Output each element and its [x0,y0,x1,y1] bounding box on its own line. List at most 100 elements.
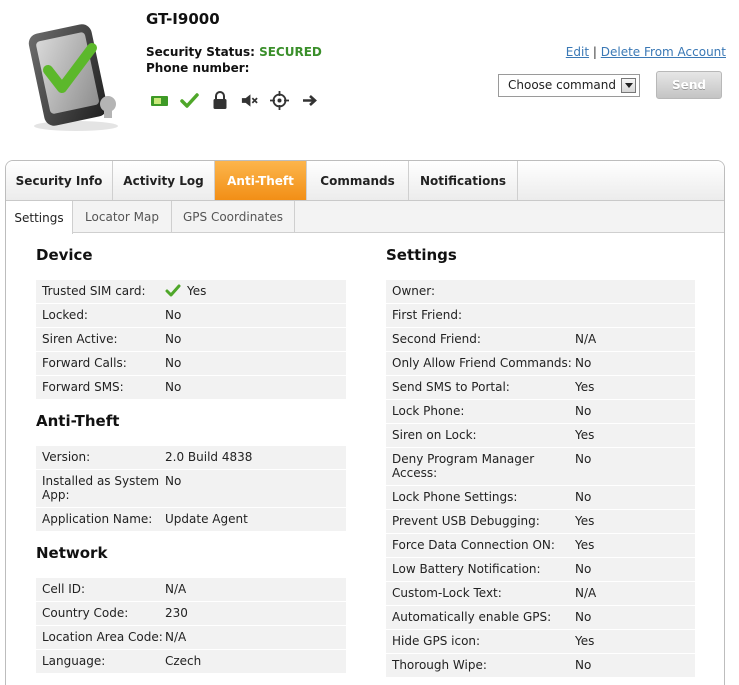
table-row: Automatically enable GPS: No [386,606,695,630]
lock-icon [210,91,229,110]
row-label: Forward SMS: [42,380,124,394]
edit-link[interactable]: Edit [566,45,589,59]
row-value: No [165,380,182,394]
table-row: Application Name: Update Agent [36,508,346,532]
subtab-settings[interactable]: Settings [6,201,73,234]
row-label: Trusted SIM card: [42,284,146,298]
tab-security-info[interactable]: Security Info [6,161,113,200]
row-value: No [575,404,592,418]
row-value: N/A [575,586,597,600]
account-links: Edit | Delete From Account [566,45,726,59]
row-label: Lock Phone Settings: [392,490,518,504]
row-value: Yes [165,284,340,298]
table-row: Deny Program Manager Access: No [386,448,695,486]
table-row: Location Area Code: N/A [36,626,346,650]
row-value: No [575,658,592,672]
device-table: Trusted SIM card: Yes Locked: No Siren Ac… [36,280,346,400]
row-value [575,284,689,298]
row-value: No [575,490,592,504]
table-row: Siren on Lock: Yes [386,424,695,448]
row-label: Force Data Connection ON: [392,538,555,552]
device-detail-panel: Security Info Activity Log Anti-Theft Co… [5,160,725,685]
right-column: Settings Owner: First Friend: Second Fri… [386,234,695,678]
row-value: No [165,308,182,322]
table-row: Send SMS to Portal: Yes [386,376,695,400]
row-value: Yes [575,538,595,552]
subtab-gps-coordinates[interactable]: GPS Coordinates [172,201,295,233]
table-row: First Friend: [386,304,695,328]
row-value: Yes [575,514,595,528]
table-row: Force Data Connection ON: Yes [386,534,695,558]
subtab-locator-map[interactable]: Locator Map [73,201,172,233]
command-select-value: Choose command [508,78,617,92]
row-value: Yes [575,380,595,394]
row-label: Installed as System App: [42,474,160,502]
row-value: No [575,452,592,466]
row-label: Application Name: [42,512,153,526]
table-row: Forward Calls: No [36,352,346,376]
left-column: Device Trusted SIM card: Yes Locked: No S… [36,234,346,674]
row-label: Prevent USB Debugging: [392,514,540,528]
table-row: Installed as System App: No [36,470,346,508]
tab-anti-theft[interactable]: Anti-Theft [215,161,307,200]
table-row: Lock Phone Settings: No [386,486,695,510]
arrow-right-icon [300,91,319,110]
row-value: Czech [165,654,202,668]
send-button[interactable]: Send [656,71,722,99]
row-label: Second Friend: [392,332,481,346]
command-select[interactable]: Choose command [498,74,640,97]
row-value: No [575,610,592,624]
antitheft-table: Version: 2.0 Build 4838 Installed as Syst… [36,446,346,532]
trusted-sim-value: Yes [187,284,207,298]
table-row: Thorough Wipe: No [386,654,695,678]
row-label: Lock Phone: [392,404,465,418]
row-label: Only Allow Friend Commands: [392,356,572,370]
table-row: Hide GPS icon: Yes [386,630,695,654]
table-row: Forward SMS: No [36,376,346,400]
status-icon-bar [150,91,319,110]
check-icon [165,284,181,297]
tab-commands[interactable]: Commands [307,161,409,200]
row-label: Language: [42,654,106,668]
antitheft-section-title: Anti-Theft [36,412,120,430]
settings-table: Owner: First Friend: Second Friend: N/A O… [386,280,695,678]
table-row: Owner: [386,280,695,304]
table-row: Second Friend: N/A [386,328,695,352]
sub-tabs: Settings Locator Map GPS Coordinates [6,201,724,234]
row-value: Update Agent [165,512,248,526]
settings-section-title: Settings [386,246,457,264]
device-section-title: Device [36,246,93,264]
row-value: No [165,474,182,488]
row-label: Thorough Wipe: [392,658,487,672]
row-label: Hide GPS icon: [392,634,481,648]
row-value: N/A [575,332,597,346]
table-row: Cell ID: N/A [36,578,346,602]
chevron-down-icon[interactable] [621,78,636,93]
row-value: No [165,332,182,346]
speaker-muted-icon [240,91,259,110]
tab-notifications[interactable]: Notifications [409,161,518,200]
network-table: Cell ID: N/A Country Code: 230 Location Ar… [36,578,346,674]
row-label: Automatically enable GPS: [392,610,552,624]
row-label: Custom-Lock Text: [392,586,502,600]
table-row: Only Allow Friend Commands: No [386,352,695,376]
row-value: N/A [165,630,187,644]
row-label: First Friend: [392,308,463,322]
tab-activity-log[interactable]: Activity Log [113,161,215,200]
row-label: Forward Calls: [42,356,127,370]
row-value: Yes [575,428,595,442]
row-label: Deny Program Manager Access: [392,452,535,480]
delete-from-account-link[interactable]: Delete From Account [601,45,726,59]
security-status-value: SECURED [259,45,322,59]
main-tabs: Security Info Activity Log Anti-Theft Co… [6,161,724,201]
phone-number-label: Phone number: [146,61,250,75]
row-value: 2.0 Build 4838 [165,450,253,464]
table-row: Country Code: 230 [36,602,346,626]
row-value [575,308,689,322]
row-label: Location Area Code: [42,630,163,644]
row-label: Siren Active: [42,332,118,346]
table-row: Lock Phone: No [386,400,695,424]
row-label: Locked: [42,308,88,322]
table-row: Locked: No [36,304,346,328]
row-label: Country Code: [42,606,129,620]
